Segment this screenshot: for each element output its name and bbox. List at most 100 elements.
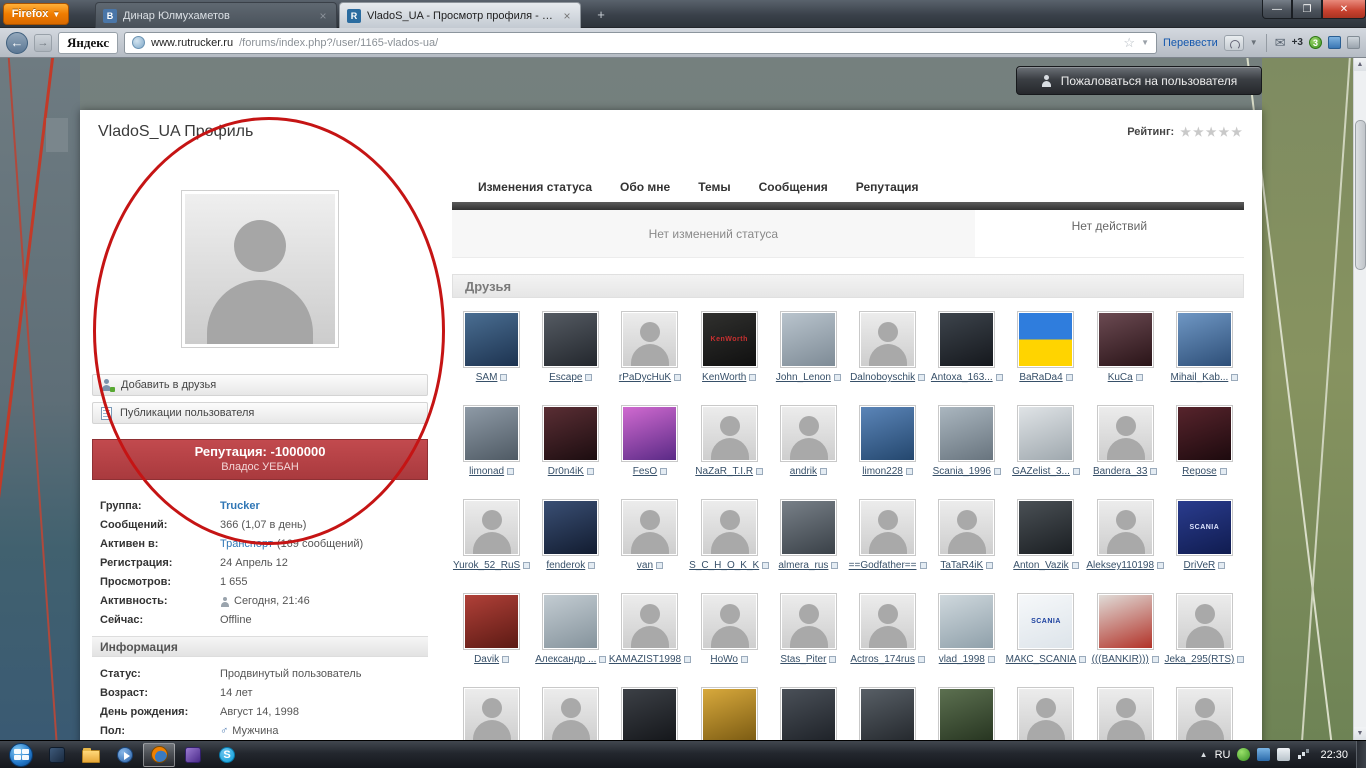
user-card-icon[interactable] <box>833 374 841 381</box>
user-card-icon[interactable] <box>986 562 994 569</box>
friend-avatar[interactable] <box>1096 311 1154 368</box>
friend-avatar[interactable] <box>700 405 758 462</box>
url-dropdown-icon[interactable]: ▼ <box>1141 38 1149 47</box>
friend-avatar[interactable] <box>1017 687 1075 740</box>
page-scrollbar[interactable]: ▲ ▼ <box>1353 58 1366 740</box>
user-card-icon[interactable] <box>1150 468 1158 475</box>
taskbar-app-1[interactable] <box>41 743 73 767</box>
user-card-icon[interactable] <box>1072 468 1080 475</box>
friend-avatar[interactable]: KenWorth <box>700 311 758 368</box>
friend-avatar[interactable] <box>542 499 600 556</box>
volume-icon[interactable] <box>1277 748 1291 761</box>
friend-name-link[interactable]: Aleksey110198 <box>1086 560 1165 571</box>
friend-avatar[interactable] <box>542 405 600 462</box>
friend-avatar[interactable] <box>700 687 758 740</box>
friend-name-link[interactable]: rPaDycHuK <box>619 372 682 383</box>
user-card-icon[interactable] <box>820 468 828 475</box>
friend-avatar[interactable] <box>621 593 679 650</box>
user-card-icon[interactable] <box>507 468 515 475</box>
friend-name-link[interactable]: Александр ... <box>535 654 607 665</box>
friend-name-link[interactable]: Bandera_33 <box>1093 466 1158 477</box>
friend-name-link[interactable]: GAZelist_3... <box>1012 466 1080 477</box>
friend-avatar[interactable] <box>859 687 917 740</box>
friend-avatar[interactable] <box>859 405 917 462</box>
friend-avatar[interactable] <box>779 499 837 556</box>
friend-avatar[interactable] <box>463 405 521 462</box>
user-card-icon[interactable] <box>905 468 913 475</box>
friend-name-link[interactable]: Yurok_52_RuS <box>453 560 531 571</box>
friend-name-link[interactable]: Repose <box>1182 466 1227 477</box>
user-card-icon[interactable] <box>500 374 508 381</box>
browser-tab-2[interactable]: R VladoS_UA - Просмотр профиля - .:R… × <box>339 2 581 28</box>
user-card-icon[interactable] <box>1237 656 1245 663</box>
user-card-icon[interactable] <box>918 374 926 381</box>
friend-name-link[interactable]: van <box>637 560 664 571</box>
addon-icon[interactable] <box>1328 36 1341 49</box>
friend-avatar[interactable] <box>1017 405 1075 462</box>
yandex-gauge-icon[interactable] <box>1223 34 1244 51</box>
translate-button[interactable]: Перевести <box>1163 37 1218 49</box>
friend-name-link[interactable]: Escape <box>549 372 593 383</box>
forward-button[interactable]: → <box>34 33 52 52</box>
friend-name-link[interactable]: NaZaR_T.I.R <box>695 466 764 477</box>
add-friend-button[interactable]: Добавить в друзья <box>92 374 428 396</box>
friend-avatar[interactable] <box>1175 593 1233 650</box>
user-card-icon[interactable] <box>599 656 607 663</box>
friend-avatar[interactable] <box>938 405 996 462</box>
back-button[interactable]: ← <box>6 31 28 54</box>
report-user-button[interactable]: Пожаловаться на пользователя <box>1016 66 1262 95</box>
profile-tab-4[interactable]: Сообщения <box>759 180 828 194</box>
friend-avatar[interactable] <box>779 311 837 368</box>
apps-grid-icon[interactable] <box>1347 36 1360 49</box>
friend-avatar[interactable] <box>1096 687 1154 740</box>
friend-name-link[interactable]: andrik <box>790 466 828 477</box>
friend-name-link[interactable]: Scania_1996 <box>933 466 1001 477</box>
friend-name-link[interactable]: vlad_1998 <box>939 654 995 665</box>
address-bar[interactable]: www.rutrucker.ru /forums/index.php?/user… <box>124 31 1157 54</box>
friend-avatar[interactable] <box>859 593 917 650</box>
friend-name-link[interactable]: Dalnoboyschik <box>850 372 926 383</box>
friend-name-link[interactable]: TaTaR4iK <box>940 560 994 571</box>
yandex-bar-button[interactable]: Яндекс <box>58 31 119 54</box>
friend-avatar[interactable] <box>779 593 837 650</box>
friend-name-link[interactable]: S_C_H_O_K_K <box>689 560 770 571</box>
friend-name-link[interactable]: fenderok <box>546 560 596 571</box>
friend-avatar[interactable] <box>463 499 521 556</box>
taskbar-firefox[interactable] <box>143 742 175 767</box>
firefox-menu-button[interactable]: Firefox ▼ <box>3 3 69 25</box>
friend-avatar[interactable] <box>542 687 600 740</box>
friend-name-link[interactable]: KenWorth <box>702 372 757 383</box>
scroll-down-icon[interactable]: ▼ <box>1354 727 1366 740</box>
mail-icon[interactable]: ✉ <box>1275 35 1286 51</box>
friend-avatar[interactable]: SCANIA <box>1175 499 1233 556</box>
friend-name-link[interactable]: KuCa <box>1108 372 1143 383</box>
user-card-icon[interactable] <box>756 468 764 475</box>
taskbar-media-player[interactable] <box>109 743 141 767</box>
friend-name-link[interactable]: FesO <box>633 466 668 477</box>
network-icon[interactable] <box>1297 748 1310 761</box>
friend-name-link[interactable]: DriVeR <box>1184 560 1226 571</box>
antivirus-tray-icon[interactable] <box>1237 748 1251 761</box>
friend-name-link[interactable]: Actros_174rus <box>850 654 925 665</box>
user-card-icon[interactable] <box>502 656 510 663</box>
friend-name-link[interactable]: Anton_Vazik <box>1013 560 1079 571</box>
tray-expand-icon[interactable]: ▲ <box>1200 750 1208 759</box>
window-minimize-button[interactable]: — <box>1262 0 1292 19</box>
user-card-icon[interactable] <box>831 562 839 569</box>
friend-avatar[interactable] <box>779 405 837 462</box>
friend-avatar[interactable] <box>463 593 521 650</box>
show-desktop-button[interactable] <box>1356 740 1366 768</box>
tab2-close-icon[interactable]: × <box>561 9 573 23</box>
friend-avatar[interactable] <box>1096 499 1154 556</box>
friend-avatar[interactable] <box>1175 687 1233 740</box>
user-card-icon[interactable] <box>656 562 664 569</box>
friend-avatar[interactable]: SCANIA <box>1017 593 1075 650</box>
friend-name-link[interactable]: Dr0n4iK <box>548 466 594 477</box>
friend-name-link[interactable]: limon228 <box>862 466 913 477</box>
friend-avatar[interactable] <box>621 311 679 368</box>
taskbar-skype[interactable]: S <box>211 743 243 767</box>
user-card-icon[interactable] <box>749 374 757 381</box>
friend-name-link[interactable]: МАКС_SCANIA <box>1006 654 1087 665</box>
user-card-icon[interactable] <box>917 656 925 663</box>
window-close-button[interactable]: ✕ <box>1322 0 1366 19</box>
